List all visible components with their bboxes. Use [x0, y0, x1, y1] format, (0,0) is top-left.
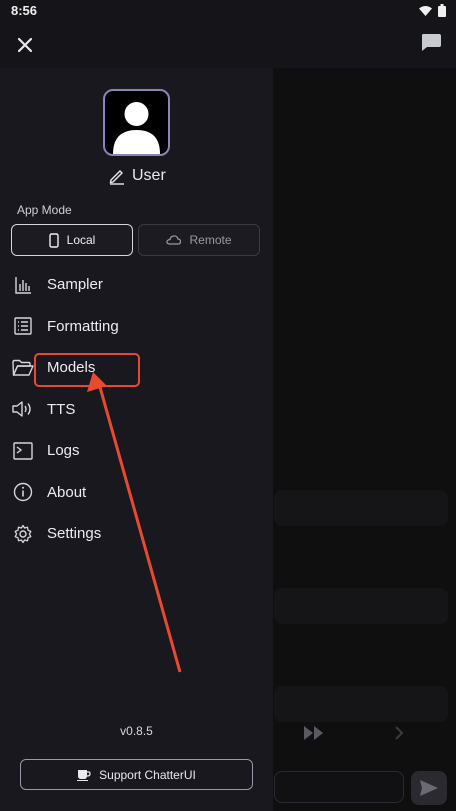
app-mode-label: App Mode — [17, 203, 72, 217]
nav-label: Sampler — [47, 276, 103, 294]
nav-label: TTS — [47, 400, 76, 418]
user-silhouette-icon — [113, 102, 160, 154]
avatar[interactable] — [103, 89, 170, 156]
app-version: v0.8.5 — [120, 724, 153, 738]
nav-item-formatting[interactable]: Formatting — [0, 306, 273, 348]
nav-label: Formatting — [47, 317, 119, 335]
chat-button[interactable] — [418, 30, 444, 56]
app-mode-toggle: Local Remote — [11, 224, 260, 256]
support-button-label: Support ChatterUI — [99, 767, 196, 782]
gear-icon — [12, 523, 34, 545]
speaker-icon — [12, 398, 34, 420]
user-name-row[interactable]: User — [108, 167, 166, 185]
nav-label: About — [47, 483, 87, 501]
chat-bubble-icon — [422, 34, 441, 51]
nav-item-settings[interactable]: Settings — [0, 513, 273, 555]
chevron-right-icon[interactable] — [394, 726, 404, 740]
fast-forward-icon[interactable] — [304, 726, 324, 740]
chat-message — [274, 588, 448, 624]
chat-input[interactable] — [274, 771, 404, 803]
nav-item-logs[interactable]: Logs — [0, 430, 273, 472]
phone-icon — [48, 232, 59, 248]
coffee-cup-icon — [77, 769, 91, 781]
terminal-icon — [12, 440, 34, 462]
drawer-nav: Sampler Formatting Models TTS Logs About… — [0, 264, 273, 555]
pencil-icon — [109, 170, 124, 185]
wifi-icon — [419, 5, 432, 16]
nav-item-about[interactable]: About — [0, 472, 273, 514]
mode-remote-button[interactable]: Remote — [138, 224, 260, 256]
status-bar: 8:56 — [0, 0, 456, 22]
chat-message — [274, 686, 448, 722]
status-time: 8:56 — [11, 3, 38, 18]
send-icon — [420, 780, 438, 796]
nav-item-sampler[interactable]: Sampler — [0, 264, 273, 306]
mode-local-button[interactable]: Local — [11, 224, 133, 256]
navigation-drawer: User App Mode Local Remote Sampler Forma… — [0, 68, 273, 811]
mode-remote-label: Remote — [189, 233, 232, 247]
cloud-icon — [166, 235, 182, 245]
close-button[interactable] — [10, 30, 40, 60]
nav-label: Logs — [47, 442, 80, 460]
chat-controls — [304, 726, 404, 740]
battery-icon — [438, 4, 446, 17]
list-icon — [12, 315, 34, 337]
close-icon — [17, 37, 33, 53]
top-app-bar — [0, 22, 456, 68]
bar-chart-icon — [12, 274, 34, 296]
info-icon — [12, 481, 34, 503]
support-button[interactable]: Support ChatterUI — [20, 759, 253, 790]
nav-item-tts[interactable]: TTS — [0, 389, 273, 431]
folder-icon — [12, 357, 34, 379]
chat-message — [274, 490, 448, 526]
user-name: User — [132, 167, 166, 184]
nav-label: Settings — [47, 525, 102, 543]
status-icons — [419, 4, 446, 17]
highlight-box — [34, 353, 140, 387]
mode-local-label: Local — [66, 233, 96, 247]
send-button[interactable] — [411, 771, 447, 805]
